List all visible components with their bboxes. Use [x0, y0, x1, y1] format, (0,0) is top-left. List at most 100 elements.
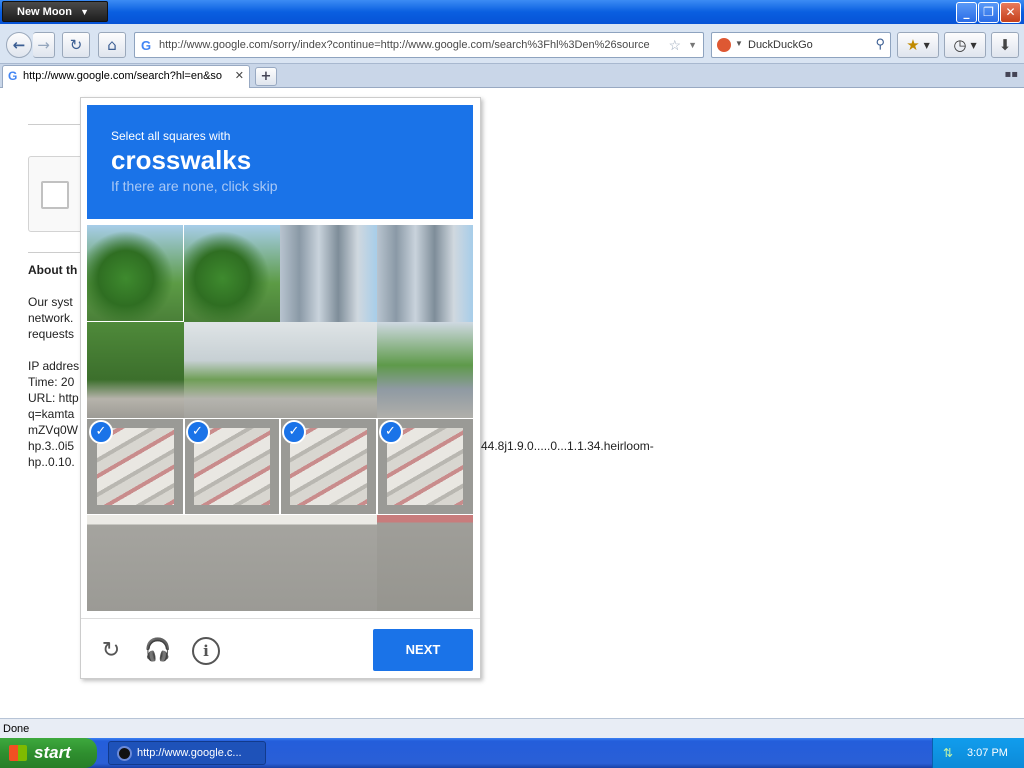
tab-google-search[interactable]: G http://www.google.com/search?hl=en&so … [2, 65, 250, 88]
info-line: hp..0.10. [28, 455, 75, 469]
tab-label: http://www.google.com/search?hl=en&so [23, 70, 223, 82]
search-box[interactable]: ▼ DuckDuckGo ⚲ [711, 32, 891, 58]
grid-tile[interactable] [280, 225, 377, 322]
selected-check-icon: ✓ [89, 420, 113, 444]
info-line: mZVq0W [28, 423, 79, 437]
info-line: hp.3..0i5 [28, 439, 75, 453]
minimize-button[interactable]: _ [956, 2, 977, 23]
search-icon[interactable]: ⚲ [875, 36, 885, 52]
grid-tile[interactable] [87, 514, 184, 611]
para-line: network. [28, 311, 74, 325]
back-button[interactable]: ← [6, 32, 32, 58]
recaptcha-checkbox[interactable] [41, 181, 69, 209]
para-line: requests [28, 327, 75, 341]
info-line: q=kamta [28, 407, 75, 421]
para-line: Our syst [28, 295, 73, 309]
grid-tile[interactable] [183, 225, 280, 322]
tile-image [280, 225, 377, 322]
history-button[interactable]: ◷ ▼ [944, 32, 986, 58]
downloads-button[interactable]: ⬇ [991, 32, 1019, 58]
clock: 3:07 PM [967, 747, 1008, 759]
search-placeholder: DuckDuckGo [748, 39, 813, 51]
title-bar: New Moon ▼ _ ❐ ✕ [0, 0, 1024, 24]
grid-tile[interactable] [87, 321, 184, 418]
start-button[interactable]: start [0, 738, 97, 768]
reload-icon: ↻ [69, 36, 83, 54]
start-label: start [34, 743, 71, 762]
chevron-down-icon: ▼ [80, 7, 89, 17]
url-text: http://www.google.com/sorry/index?contin… [159, 39, 650, 51]
taskbar-window-item[interactable]: http://www.google.c... [108, 741, 266, 765]
grid-tile[interactable] [376, 225, 473, 322]
challenge-target: crosswalks [111, 145, 252, 175]
tile-image [376, 514, 473, 611]
recaptcha-challenge: Select all squares with crosswalks If th… [80, 97, 481, 679]
divider [28, 252, 88, 253]
grid-tile[interactable] [376, 514, 473, 611]
navigation-toolbar: ← → ↻ ⌂ G http://www.google.com/sorry/in… [0, 24, 1024, 64]
url-bar[interactable]: G http://www.google.com/sorry/index?cont… [134, 32, 704, 58]
tile-image [183, 321, 280, 418]
tile-image [280, 321, 377, 418]
home-icon: ⌂ [107, 36, 117, 54]
divider [28, 124, 88, 125]
tile-image [280, 514, 377, 611]
google-favicon-icon: G [8, 69, 18, 83]
grid-tile[interactable] [183, 321, 280, 418]
close-tab-icon[interactable]: ✕ [235, 69, 244, 82]
challenge-footer: ↻ 🎧 i NEXT [81, 618, 480, 678]
home-button[interactable]: ⌂ [98, 32, 126, 58]
status-text: Done [3, 723, 30, 735]
recaptcha-checkbox-widget [28, 156, 88, 232]
bookmarks-button[interactable]: ★ ▼ [897, 32, 939, 58]
page-heading: About th [28, 263, 78, 277]
status-bar: Done [0, 718, 1024, 738]
tile-image [87, 225, 184, 322]
system-tray: ⇅ 3:07 PM [932, 738, 1024, 768]
close-button[interactable]: ✕ [1000, 2, 1021, 23]
app-menu-label: New Moon [17, 6, 72, 18]
tile-image [183, 514, 280, 611]
app-menu-button[interactable]: New Moon ▼ [2, 1, 108, 22]
headphones-icon[interactable]: 🎧 [144, 637, 172, 665]
taskbar: start http://www.google.c... ⇅ 3:07 PM [0, 738, 1024, 768]
grid-tile[interactable] [183, 514, 280, 611]
tile-image [376, 225, 473, 322]
google-favicon-icon: G [141, 38, 152, 53]
info-icon[interactable]: i [192, 637, 220, 665]
grid-tile[interactable] [280, 321, 377, 418]
new-tab-button[interactable]: + [255, 67, 277, 86]
arrow-right-icon: → [37, 36, 50, 54]
tile-image [183, 225, 280, 322]
browser-icon [117, 746, 132, 761]
selected-check-icon: ✓ [378, 420, 403, 444]
selected-check-icon: ✓ [185, 420, 210, 444]
network-icon[interactable]: ⇅ [943, 746, 953, 760]
grid-tile[interactable] [280, 514, 377, 611]
grid-tile[interactable] [87, 225, 184, 322]
challenge-hint: If there are none, click skip [111, 178, 278, 194]
info-line: IP addres [28, 359, 80, 373]
image-grid: ✓ ✓ ✓ ✓ [87, 225, 473, 611]
duckduckgo-icon[interactable] [717, 38, 731, 52]
forward-button[interactable]: → [33, 32, 55, 58]
url-dropdown-icon[interactable]: ▼ [688, 40, 697, 50]
next-button[interactable]: NEXT [373, 629, 473, 671]
info-line: Time: 20 [28, 375, 75, 389]
grid-tile[interactable] [376, 321, 473, 418]
arrow-left-icon: ← [12, 36, 26, 54]
tile-image [87, 514, 184, 611]
restore-button[interactable]: ❐ [978, 2, 999, 23]
chevron-down-icon[interactable]: ▼ [735, 39, 743, 48]
tab-bar: G http://www.google.com/search?hl=en&so … [0, 64, 1024, 88]
windows-flag-icon [9, 745, 27, 761]
bookmarks-icon: ★ [906, 36, 920, 54]
tile-image [376, 321, 473, 418]
reload-button[interactable]: ↻ [62, 32, 90, 58]
download-arrow-icon: ⬇ [998, 36, 1012, 54]
reload-icon[interactable]: ↻ [97, 637, 125, 665]
bookmark-star-icon[interactable]: ☆ [668, 37, 681, 54]
tab-grid-icon[interactable]: ▪▪ [1004, 69, 1018, 80]
selected-check-icon: ✓ [282, 420, 306, 444]
challenge-header: Select all squares with crosswalks If th… [87, 105, 473, 219]
